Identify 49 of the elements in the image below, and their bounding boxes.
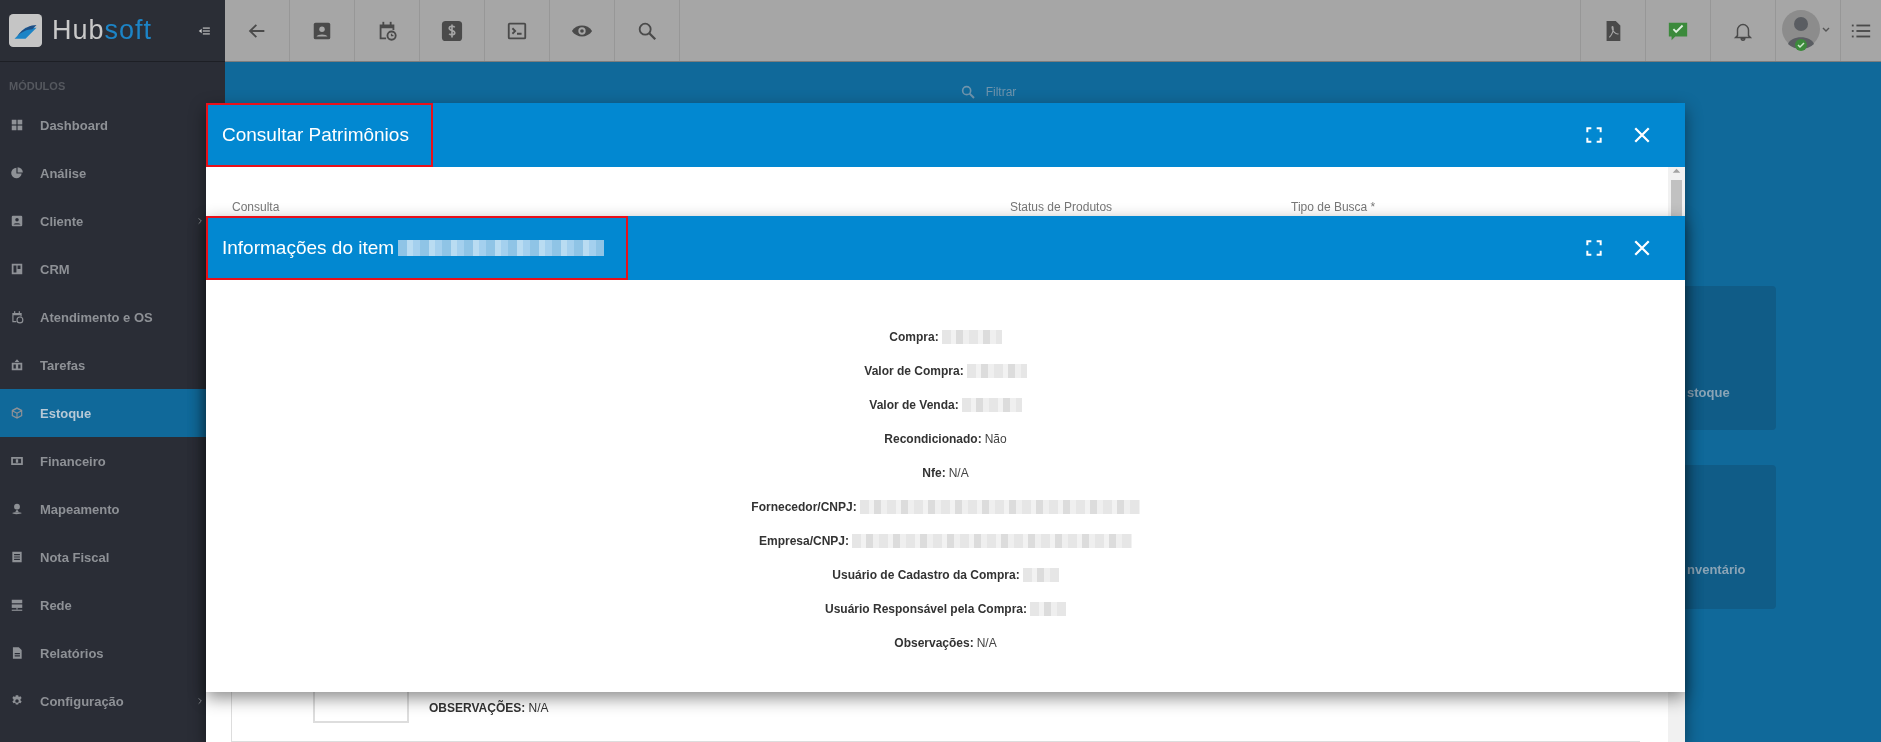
info-label: Valor de Venda: (869, 398, 959, 412)
file-icon (10, 646, 24, 660)
info-label: Recondicionado: (884, 432, 982, 446)
sidebar-item[interactable]: Configuração (0, 677, 225, 725)
sidebar-item[interactable]: Atendimento e OS (0, 293, 225, 341)
contact-card-icon (10, 214, 24, 228)
dialog-title: Informações do item (222, 237, 395, 259)
info-label: Usuário de Cadastro da Compra: (832, 568, 1020, 582)
field-label: Consulta (232, 200, 281, 214)
info-value: Não (984, 432, 1007, 446)
banknote-icon (10, 454, 24, 468)
sidebar-item[interactable]: Mapeamento (0, 485, 225, 533)
sidebar-item[interactable]: Análise (0, 149, 225, 197)
info-value: N/A (976, 636, 997, 650)
cube-icon (10, 406, 24, 420)
calendar-clock-icon (10, 310, 24, 324)
info-label: Empresa/CNPJ: (758, 534, 849, 548)
fullscreen-icon[interactable] (1586, 240, 1602, 256)
field-label: Status de Produtos (1010, 200, 1114, 214)
observation-text: OBSERVAÇÕES: N/A (429, 701, 549, 715)
dollar-icon[interactable] (441, 19, 463, 42)
server-icon (10, 598, 24, 612)
grid-icon (10, 118, 24, 132)
info-value: N/A (948, 466, 969, 480)
logo-icon (9, 14, 42, 47)
info-label: Nfe: (922, 466, 946, 480)
search-icon (959, 84, 976, 100)
sidebar-item[interactable]: Tarefas (0, 341, 225, 389)
fullscreen-icon[interactable] (1586, 127, 1602, 143)
info-label: Usuário Responsável pela Compra: (824, 602, 1028, 616)
info-label: Fornecedor/CNPJ: (751, 500, 857, 514)
pie-chart-icon (10, 166, 24, 180)
brand-name: Hubsoft (52, 15, 153, 46)
field-label: Tipo de Busca * (1291, 200, 1376, 214)
close-icon[interactable] (1633, 239, 1651, 257)
document-icon (10, 550, 24, 564)
sidebar-item[interactable]: Financeiro (0, 437, 225, 485)
location-pin-icon (10, 502, 24, 516)
sidebar-item[interactable]: Relatórios (0, 629, 225, 677)
gear-icon (10, 694, 24, 708)
dialog-title: Consultar Patrimônios (222, 124, 409, 146)
board-icon (10, 262, 24, 276)
sidebar-item[interactable]: Nota Fiscal (0, 533, 225, 581)
info-label: Compra: (889, 330, 939, 344)
close-icon[interactable] (1633, 126, 1651, 144)
info-label: Observações: (894, 636, 974, 650)
info-label: Valor de Compra: (864, 364, 964, 378)
building-icon (10, 358, 24, 372)
sidebar-item[interactable]: Rede (0, 581, 225, 629)
